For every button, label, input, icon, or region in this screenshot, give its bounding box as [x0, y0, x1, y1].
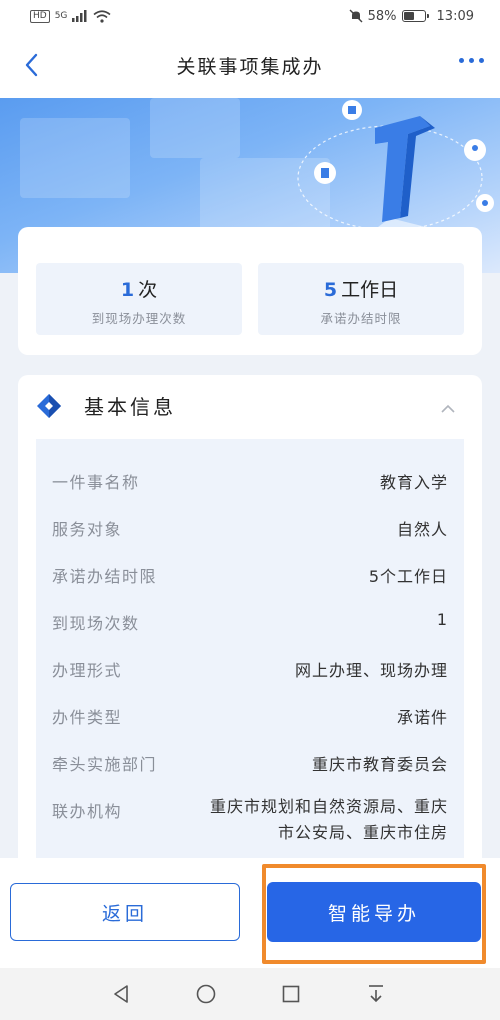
nav-bar: 关联事项集成办: [0, 32, 500, 98]
basic-info-table: 一件事名称 教育入学 服务对象 自然人 承诺办结时限 5个工作日 到现场次数 1…: [36, 439, 464, 875]
visit-count-unit: 次: [138, 279, 158, 301]
visit-count-number: 1: [120, 279, 135, 301]
mute-bell-icon: [349, 9, 363, 23]
info-row: 办理形式 网上办理、现场办理: [36, 657, 464, 687]
info-row-value: 教育入学: [379, 473, 448, 492]
info-row-label: 服务对象: [52, 520, 123, 539]
info-row: 一件事名称 教育入学: [36, 469, 464, 499]
info-row-value: 自然人: [396, 520, 448, 539]
visit-count-label: 到现场办理次数: [91, 311, 187, 326]
wifi-icon: [93, 9, 111, 23]
info-row-label: 办件类型: [52, 708, 123, 727]
guide-button-highlight: 智能导办: [262, 864, 486, 964]
info-row-value: 重庆市教育委员会: [311, 755, 448, 774]
system-nav-bar: [0, 968, 500, 1020]
info-row-label: 办理形式: [52, 661, 123, 680]
deadline-label: 承诺办结时限: [320, 311, 402, 326]
status-right: 58% 13:09: [349, 9, 474, 24]
visit-count-metric: 1次 到现场办理次数: [36, 263, 242, 335]
status-bar: HD 5G 58% 13:09: [0, 0, 500, 32]
deadline-value: 5 工作日: [258, 275, 464, 302]
info-row-label: 承诺办结时限: [52, 567, 158, 586]
battery-percent: 58%: [367, 8, 397, 24]
page-title: 关联事项集成办: [176, 55, 324, 78]
info-row: 联办机构 重庆市规划和自然资源局、重庆市公安局、重庆市住房: [36, 797, 464, 842]
info-row-label: 联办机构: [52, 802, 123, 821]
info-row: 服务对象 自然人: [36, 516, 464, 546]
back-triangle-icon[interactable]: [109, 982, 133, 1006]
info-row-value: 网上办理、现场办理: [294, 661, 448, 680]
info-row-value: 5个工作日: [368, 567, 448, 586]
notification-pull-icon[interactable]: [364, 982, 388, 1006]
more-dots-icon[interactable]: [459, 58, 484, 63]
info-row-value: 1: [436, 610, 448, 629]
recents-square-icon[interactable]: [279, 982, 303, 1006]
info-row: 牵头实施部门 重庆市教育委员会: [36, 751, 464, 781]
deadline-unit: 工作日: [341, 279, 399, 301]
info-row: 承诺办结时限 5个工作日: [36, 563, 464, 593]
chevron-left-icon[interactable]: [20, 50, 44, 80]
diamond-icon: [37, 394, 61, 418]
visit-count-value: 1次: [36, 275, 242, 302]
info-row: 办件类型 承诺件: [36, 704, 464, 734]
smart-guide-button[interactable]: 智能导办: [267, 882, 481, 942]
basic-info-header[interactable]: 基本信息: [18, 375, 482, 439]
info-row-label: 一件事名称: [52, 473, 140, 492]
info-row-label: 牵头实施部门: [52, 755, 158, 774]
hd-badge: HD: [30, 9, 50, 23]
clock: 13:09: [436, 8, 474, 24]
return-button[interactable]: 返回: [10, 883, 240, 941]
info-row-value: 承诺件: [396, 708, 448, 727]
deadline-number: 5: [323, 279, 338, 301]
chevron-up-icon[interactable]: [440, 401, 456, 417]
banner-decoration: [20, 118, 130, 198]
banner-decoration: [150, 98, 240, 158]
summary-card: 1次 到现场办理次数 5 工作日 承诺办结时限: [18, 227, 482, 355]
bottom-action-bar: 返回 智能导办: [0, 858, 500, 968]
signal-icon: [72, 10, 87, 22]
info-row-label: 到现场次数: [52, 614, 140, 633]
info-row-value: 重庆市规划和自然资源局、重庆市公安局、重庆市住房: [209, 797, 448, 842]
info-row: 到现场次数 1: [36, 610, 464, 640]
status-left: HD 5G: [30, 9, 111, 23]
basic-info-title: 基本信息: [84, 395, 176, 419]
home-circle-icon[interactable]: [194, 982, 218, 1006]
deadline-metric: 5 工作日 承诺办结时限: [258, 263, 464, 335]
battery-icon: [401, 10, 429, 22]
network-type: 5G: [54, 11, 68, 21]
basic-info-card: 基本信息 一件事名称 教育入学 服务对象 自然人 承诺办结时限 5个工作日 到现…: [18, 375, 482, 875]
